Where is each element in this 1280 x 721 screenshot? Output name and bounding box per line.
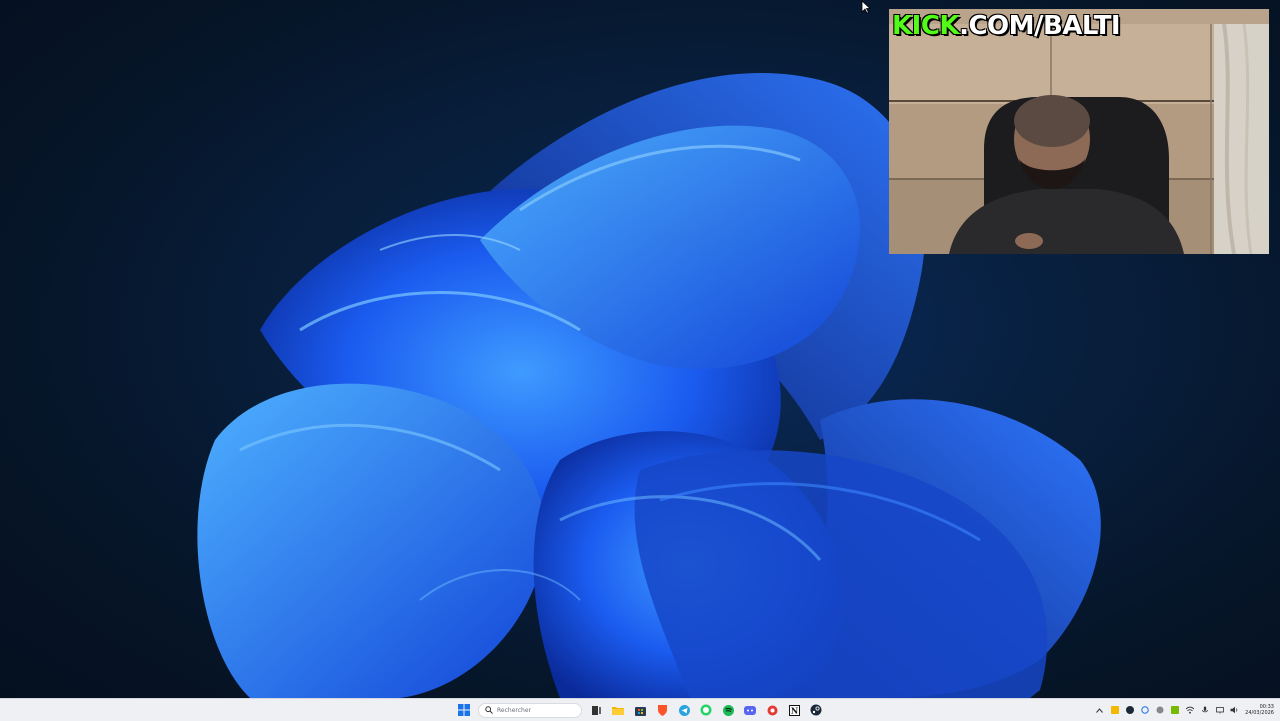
webcam-feed: [889, 9, 1269, 254]
taskbar-clock[interactable]: 00:33 24/03/2026: [1245, 704, 1274, 716]
file-explorer-icon[interactable]: [610, 702, 626, 718]
webcam-overlay: KICK.COM/BALTI: [889, 9, 1269, 254]
nvidia-icon[interactable]: [1170, 706, 1179, 715]
notion-icon[interactable]: N: [786, 702, 802, 718]
task-view-icon[interactable]: [588, 702, 604, 718]
discord-icon[interactable]: [742, 702, 758, 718]
app-icon[interactable]: [764, 702, 780, 718]
steam-tray-icon[interactable]: [1125, 706, 1134, 715]
security-icon[interactable]: [1155, 706, 1164, 715]
display-icon[interactable]: [1215, 706, 1224, 715]
steam-icon[interactable]: [808, 702, 824, 718]
telegram-icon[interactable]: [676, 702, 692, 718]
svg-text:N: N: [790, 705, 797, 715]
microphone-icon[interactable]: [1200, 706, 1209, 715]
volume-icon[interactable]: [1230, 706, 1239, 715]
sync-icon[interactable]: [1140, 706, 1149, 715]
clock-date: 24/03/2026: [1245, 710, 1274, 716]
kick-path-text: .COM/BALTI: [959, 11, 1121, 41]
windows-start-icon[interactable]: [456, 702, 472, 718]
search-placeholder: Rechercher: [497, 706, 531, 714]
tray-app-icon[interactable]: [1110, 706, 1119, 715]
taskbar-center: Rechercher N: [456, 699, 824, 721]
spotify-icon[interactable]: [720, 702, 736, 718]
kick-channel-banner: KICK.COM/BALTI: [892, 11, 1121, 41]
network-icon[interactable]: [1185, 706, 1194, 715]
ms-store-icon[interactable]: [632, 702, 648, 718]
brave-browser-icon[interactable]: [654, 702, 670, 718]
system-tray: 00:33 24/03/2026: [1095, 699, 1274, 721]
taskbar: Rechercher N 00:33 24/03/2026: [0, 698, 1280, 721]
kick-brand-text: KICK: [892, 11, 960, 41]
search-icon: [485, 706, 493, 714]
taskbar-search-box[interactable]: Rechercher: [478, 702, 582, 718]
mouse-cursor-icon: [861, 0, 871, 14]
whatsapp-icon[interactable]: [698, 702, 714, 718]
chevron-up-icon[interactable]: [1095, 706, 1104, 715]
